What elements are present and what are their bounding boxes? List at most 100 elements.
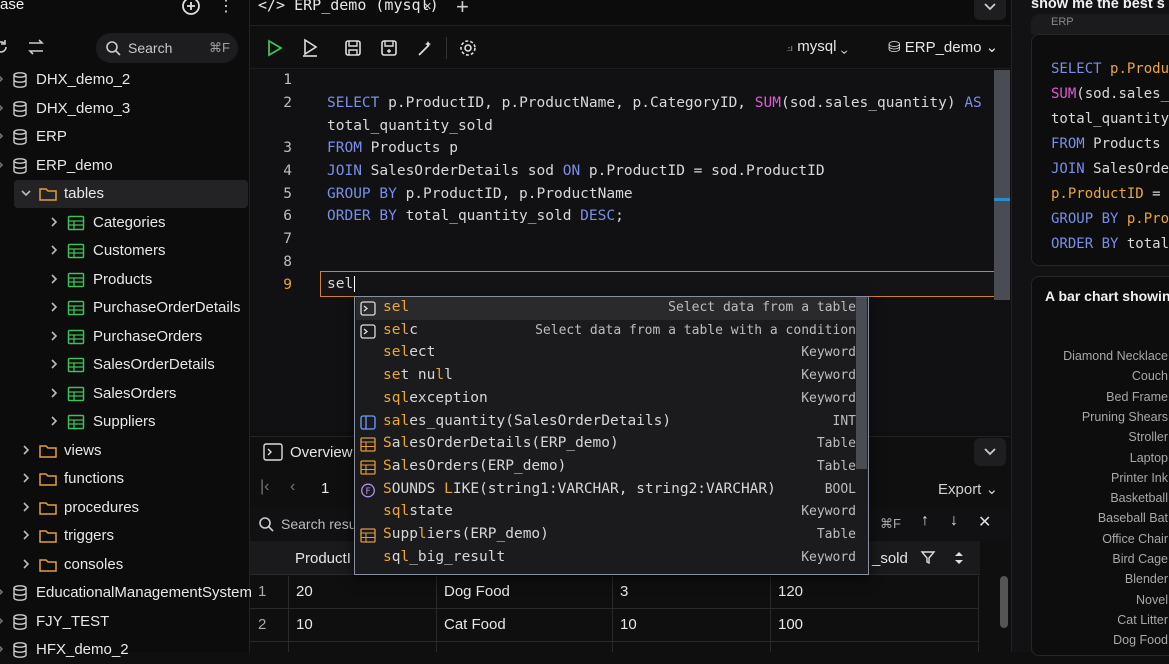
save-icon[interactable]	[343, 38, 363, 58]
close-tab-icon[interactable]: ×	[423, 0, 432, 15]
database-icon	[11, 641, 29, 659]
table-cell[interactable]: 3	[620, 583, 628, 600]
chart-category-label: Basketball	[1110, 491, 1168, 506]
line-number: 2	[283, 95, 292, 111]
autocomplete-label: sql_big_result	[383, 548, 506, 565]
chevron-right-icon[interactable]	[48, 357, 60, 371]
autocomplete-item[interactable]: sales_quantity(SalesOrderDetails) INT	[356, 411, 856, 434]
database-icon	[11, 71, 29, 89]
autocomplete-item[interactable]: SalesOrderDetails(ERP_demo) Table	[356, 433, 856, 456]
table-cell[interactable]: Cat Food	[444, 616, 506, 633]
table-icon	[67, 271, 85, 289]
gear-icon[interactable]	[458, 38, 478, 58]
database-icon	[11, 584, 29, 602]
grid-line	[250, 641, 978, 642]
autocomplete-item[interactable]: selc Select data from a table with a cond…	[356, 320, 856, 343]
chevron-right-icon[interactable]	[0, 129, 6, 143]
close-icon[interactable]: ✕	[978, 512, 991, 532]
chevron-right-icon[interactable]	[0, 614, 6, 628]
tab-menu-button[interactable]	[974, 0, 1006, 20]
db-name-select[interactable]: ⛁ ERP_demo ⌄	[888, 38, 998, 56]
prev-page-icon[interactable]: ‹	[290, 478, 295, 496]
chart-category-label: Stroller	[1128, 430, 1168, 445]
chevron-right-icon[interactable]	[0, 158, 6, 172]
svg-text:F: F	[366, 487, 371, 497]
autocomplete-label: set null	[383, 367, 453, 384]
sidebar-item-label: FJY_TEST	[36, 612, 110, 630]
chevron-right-icon[interactable]	[48, 272, 60, 286]
refresh-icon[interactable]	[0, 38, 10, 56]
filter-icon[interactable]	[920, 549, 938, 567]
chevron-right-icon[interactable]	[20, 557, 32, 571]
chevron-right-icon[interactable]	[48, 329, 60, 343]
column-icon	[360, 414, 376, 430]
tab-erp-demo[interactable]: </> ERP_demo (mysql)	[258, 0, 439, 14]
column-header[interactable]: ProductI	[295, 550, 351, 567]
table-cell[interactable]: 10	[296, 616, 313, 633]
autocomplete-type: Keyword	[801, 549, 856, 565]
autocomplete-item[interactable]: SalesOrders(ERP_demo) Table	[356, 456, 856, 479]
table-cell[interactable]: Dog Food	[444, 583, 510, 600]
autocomplete-item[interactable]: set null Keyword	[356, 365, 856, 388]
tab-overview[interactable]: Overview	[290, 444, 353, 461]
chevron-right-icon[interactable]	[20, 443, 32, 457]
sort-icon[interactable]	[952, 549, 966, 567]
autocomplete-item[interactable]: sql_big_result Keyword	[356, 547, 856, 570]
collapse-results-button[interactable]	[974, 438, 1006, 466]
code-block-label: ERP	[1051, 16, 1074, 28]
chevron-right-icon[interactable]	[20, 528, 32, 542]
autocomplete-item[interactable]: select Keyword	[356, 342, 856, 365]
autocomplete-label: select	[383, 344, 436, 361]
table-cell[interactable]: 100	[778, 616, 803, 633]
db-type-select[interactable]: ⟓ mysql ⌄	[786, 38, 848, 55]
autocomplete-item[interactable]: sqlexception Keyword	[356, 388, 856, 411]
chevron-right-icon[interactable]	[48, 300, 60, 314]
more-options-icon[interactable]: ⋮	[218, 0, 234, 16]
results-search-input[interactable]: Search resul	[281, 516, 360, 532]
sidebar-item-label: Customers	[93, 242, 166, 259]
autocomplete-item[interactable]: F SOUNDS LIKE(string1:VARCHAR, string2:VA…	[356, 479, 856, 502]
snippet-icon	[360, 301, 376, 316]
page-number[interactable]: 1	[321, 480, 329, 497]
autocomplete-item[interactable]: sel Select data from a table	[356, 297, 856, 320]
autocomplete-type: Keyword	[801, 345, 856, 361]
chevron-right-icon[interactable]	[48, 215, 60, 229]
code-line: ORDER BY total_quantity_sold DESC;	[327, 208, 624, 224]
run-icon[interactable]	[264, 38, 284, 58]
sort-icon[interactable]	[26, 38, 46, 56]
first-page-icon[interactable]: |‹	[260, 478, 269, 496]
run-selected-icon[interactable]	[300, 38, 320, 58]
autocomplete-item[interactable]: Suppliers(ERP_demo) Table	[356, 524, 856, 547]
sidebar-title: ase	[0, 0, 25, 13]
add-connection-icon[interactable]	[181, 0, 201, 16]
autocomplete-item[interactable]: sqlstate Keyword	[356, 501, 856, 524]
editor-scrollbar[interactable]	[994, 70, 1010, 300]
arrow-up-icon[interactable]: ↑	[921, 512, 929, 530]
chevron-right-icon[interactable]	[0, 585, 6, 599]
arrow-down-icon[interactable]: ↓	[950, 512, 958, 530]
autocomplete-type: Keyword	[801, 390, 856, 406]
table-cell[interactable]: 120	[778, 583, 803, 600]
chevron-right-icon[interactable]	[20, 471, 32, 485]
add-tab-icon[interactable]: +	[456, 0, 469, 20]
chevron-right-icon[interactable]	[0, 101, 6, 115]
chevron-right-icon[interactable]	[20, 500, 32, 514]
sidebar-item-label: ERP_demo	[36, 156, 113, 174]
export-button[interactable]: Export ⌄	[938, 480, 998, 498]
sidebar-search[interactable]: Search ⌘F	[96, 33, 238, 63]
magic-format-icon[interactable]	[415, 38, 435, 58]
chevron-right-icon[interactable]	[0, 642, 6, 656]
chevron-right-icon[interactable]	[48, 243, 60, 257]
table-cell[interactable]: 10	[620, 616, 637, 633]
column-header[interactable]: _sold	[872, 550, 908, 567]
chevron-right-icon[interactable]	[0, 72, 6, 86]
table-cell[interactable]: 20	[296, 583, 313, 600]
grid-scrollbar[interactable]	[1000, 576, 1008, 628]
grid-line	[978, 576, 979, 652]
chevron-down-icon[interactable]	[20, 186, 32, 200]
chevron-right-icon[interactable]	[48, 414, 60, 428]
chevron-right-icon[interactable]	[48, 386, 60, 400]
save-as-icon[interactable]	[379, 38, 399, 58]
db-name-label: ERP_demo	[904, 39, 982, 56]
autocomplete-scrollbar[interactable]	[856, 297, 867, 469]
